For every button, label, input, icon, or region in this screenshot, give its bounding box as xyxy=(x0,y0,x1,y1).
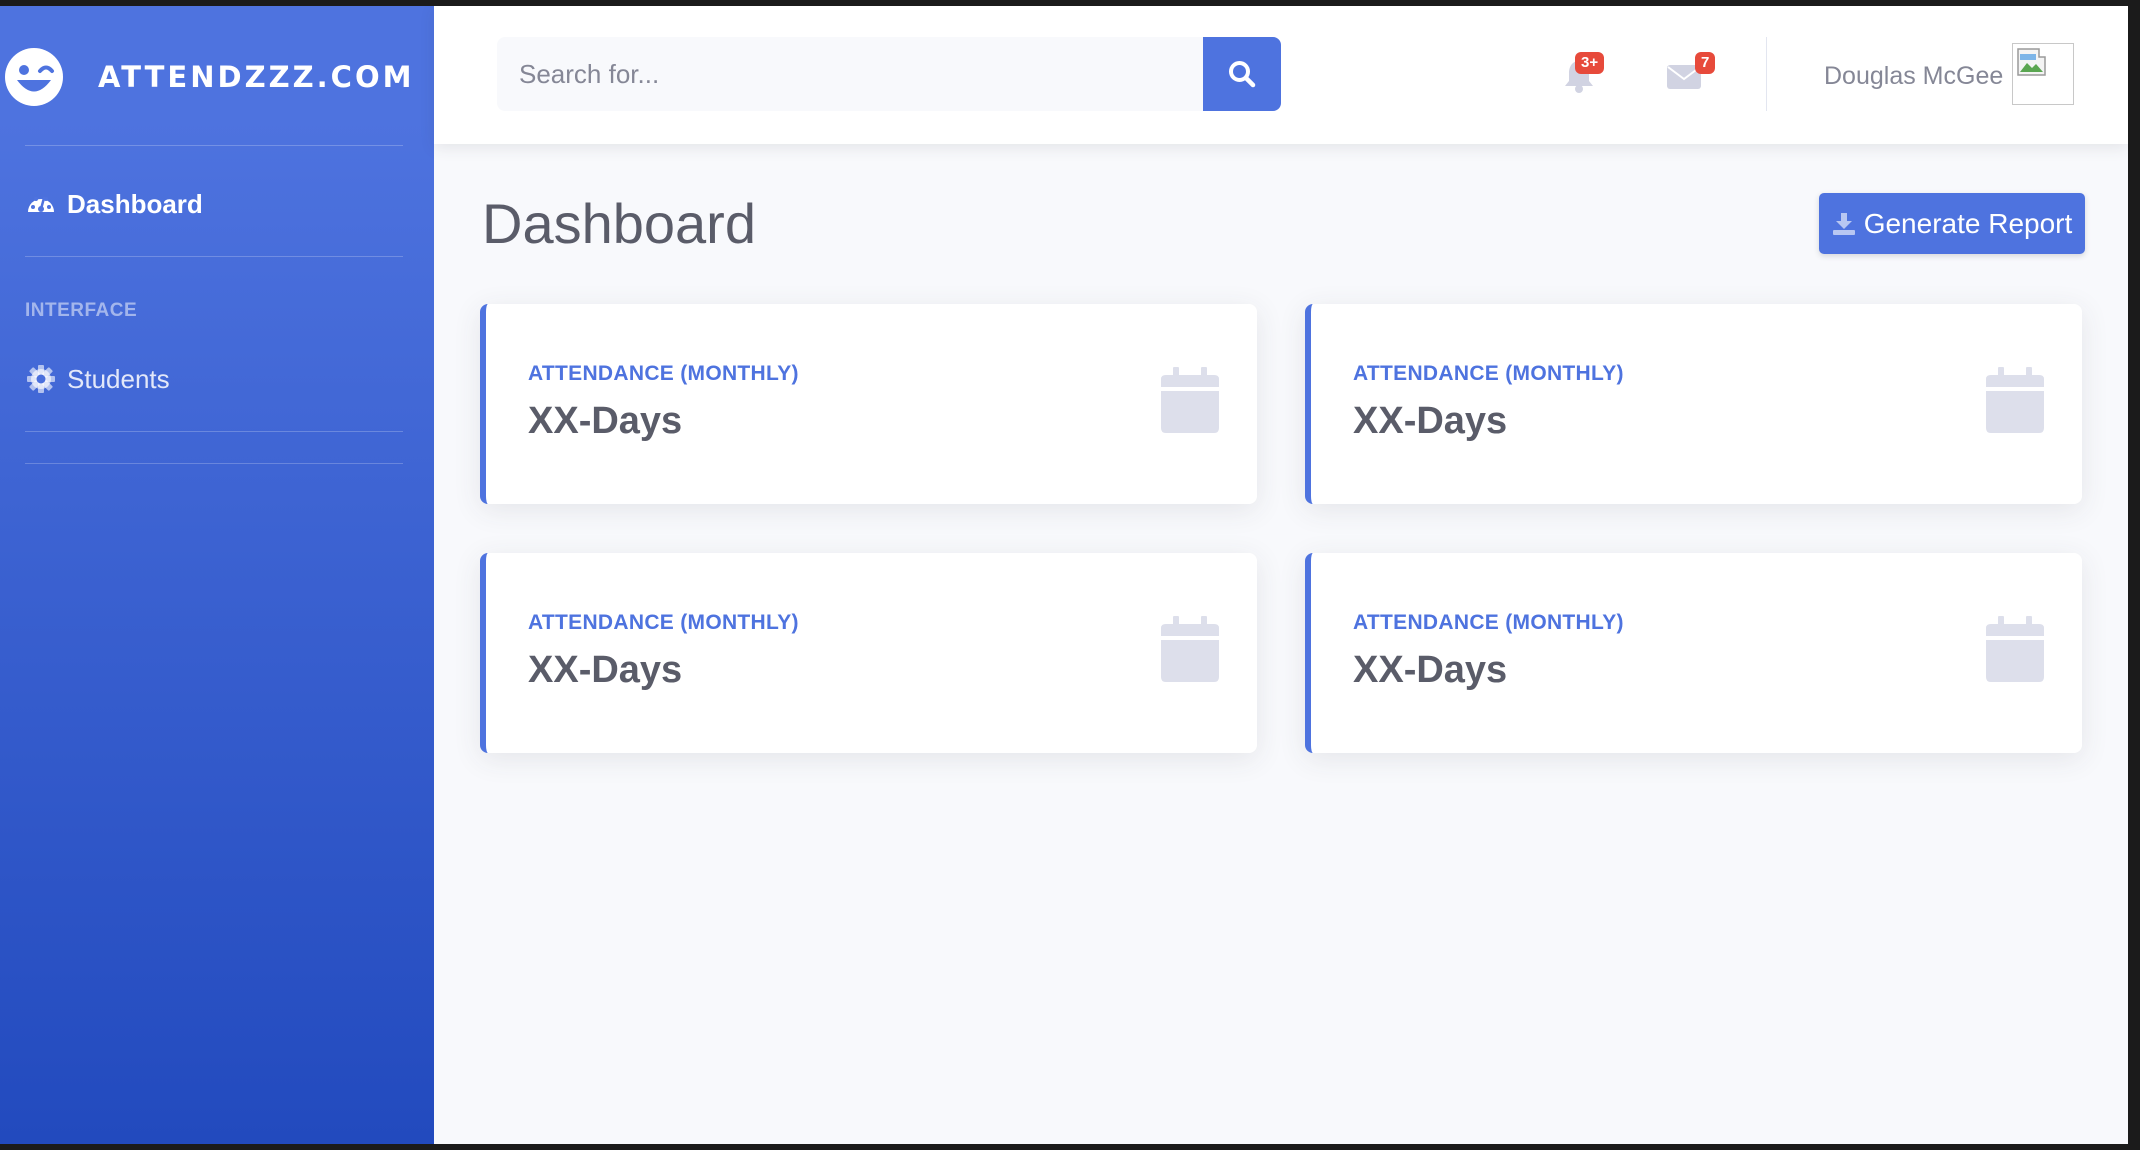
card-value: XX-Days xyxy=(1353,400,1508,442)
tachometer-icon xyxy=(28,196,54,212)
avatar[interactable] xyxy=(2012,43,2074,105)
search-form xyxy=(497,37,1281,111)
messages-dropdown[interactable]: 7 xyxy=(1666,52,1716,96)
generate-report-label: Generate Report xyxy=(1863,207,2073,239)
generate-report-button[interactable]: Generate Report xyxy=(1819,193,2085,254)
broken-image-icon xyxy=(2017,48,2046,76)
messages-badge: 7 xyxy=(1695,52,1716,74)
sidebar-divider xyxy=(25,256,403,257)
sidebar-item-dashboard[interactable]: Dashboard xyxy=(25,188,203,220)
cog-icon xyxy=(27,365,55,393)
alerts-badge: 3+ xyxy=(1575,52,1605,74)
card-label: ATTENDANCE (MONTHLY) xyxy=(528,611,799,634)
attendance-card: ATTENDANCE (MONTHLY) XX-Days xyxy=(1305,553,2082,753)
attendance-card: ATTENDANCE (MONTHLY) XX-Days xyxy=(480,304,1257,504)
attendance-card: ATTENDANCE (MONTHLY) XX-Days xyxy=(480,553,1257,753)
page-title: Dashboard xyxy=(482,192,756,255)
sidebar-item-label: Dashboard xyxy=(67,188,203,219)
sidebar-divider xyxy=(25,431,403,432)
calendar-icon xyxy=(1161,367,1219,433)
calendar-icon xyxy=(1161,616,1219,682)
user-name[interactable]: Douglas McGee xyxy=(1824,62,2003,91)
laugh-wink-icon xyxy=(5,48,63,106)
search-input[interactable] xyxy=(497,37,1203,111)
topbar-divider xyxy=(1766,37,1767,111)
card-label: ATTENDANCE (MONTHLY) xyxy=(1353,611,1624,634)
brand-link[interactable]: ATTENDZZZ.COM xyxy=(0,6,434,146)
card-value: XX-Days xyxy=(528,400,683,442)
card-value: XX-Days xyxy=(1353,649,1508,691)
card-label: ATTENDANCE (MONTHLY) xyxy=(528,362,799,385)
attendance-card: ATTENDANCE (MONTHLY) XX-Days xyxy=(1305,304,2082,504)
sidebar-item-label: Students xyxy=(67,363,170,394)
search-icon xyxy=(1229,61,1256,88)
app-window: ATTENDZZZ.COM Dashboard INTERFACE Studen… xyxy=(0,6,2128,1144)
sidebar-divider xyxy=(25,145,403,146)
search-button[interactable] xyxy=(1203,37,1281,111)
sidebar-divider xyxy=(25,463,403,464)
alerts-dropdown[interactable]: 3+ xyxy=(1562,52,1605,96)
calendar-icon xyxy=(1986,367,2044,433)
card-label: ATTENDANCE (MONTHLY) xyxy=(1353,362,1624,385)
calendar-icon xyxy=(1986,616,2044,682)
sidebar: ATTENDZZZ.COM Dashboard INTERFACE Studen… xyxy=(0,6,434,1144)
sidebar-heading: INTERFACE xyxy=(25,300,138,321)
download-icon xyxy=(1832,212,1855,235)
card-value: XX-Days xyxy=(528,649,683,691)
brand-name: ATTENDZZZ.COM xyxy=(98,60,415,94)
topbar: 3+ 7 Douglas McGee xyxy=(434,6,2128,144)
sidebar-item-students[interactable]: Students xyxy=(25,363,170,395)
